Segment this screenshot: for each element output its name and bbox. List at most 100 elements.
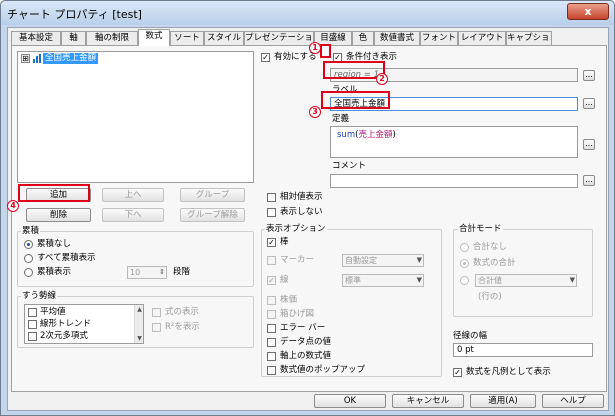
tab-number[interactable]: 数値書式 bbox=[374, 31, 420, 45]
annotation-badge-2: 2 bbox=[376, 73, 388, 85]
tab-font[interactable]: フォント bbox=[420, 31, 458, 45]
stroke-width-title: 径線の幅 bbox=[453, 331, 488, 341]
enable-label: 有効にする bbox=[274, 52, 317, 62]
symbol-checkbox[interactable] bbox=[267, 256, 276, 265]
tab-layout[interactable]: レイアウト bbox=[458, 31, 506, 45]
box-plot-checkbox[interactable] bbox=[267, 310, 276, 319]
annotation-badge-3: 3 bbox=[309, 106, 321, 118]
definition-function: sum bbox=[337, 130, 356, 140]
symbol-select[interactable]: 自動設定 ▼ bbox=[342, 254, 424, 267]
stock-checkbox[interactable] bbox=[267, 296, 276, 305]
line-label: 線 bbox=[280, 275, 289, 285]
list-item: 2次元多項式 bbox=[40, 331, 88, 341]
stroke-width-field[interactable]: 0 pt bbox=[453, 343, 593, 357]
legend-checkbox[interactable]: ✓ bbox=[453, 368, 462, 377]
total-none-radio[interactable] bbox=[460, 243, 469, 252]
symbol-label: マーカー bbox=[280, 255, 315, 265]
line-select-value: 標準 bbox=[345, 276, 361, 285]
text-on-axis-checkbox[interactable] bbox=[267, 352, 276, 361]
error-bars-checkbox[interactable] bbox=[267, 324, 276, 333]
tab-colors[interactable]: 色 bbox=[352, 31, 374, 45]
show-equation-label: 式の表示 bbox=[165, 307, 200, 317]
up-button[interactable]: 上へ bbox=[102, 188, 164, 202]
relative-checkbox[interactable] bbox=[267, 193, 276, 202]
apply-button[interactable]: 適用(A) bbox=[470, 394, 536, 408]
expand-icon[interactable]: ⊞ bbox=[21, 54, 30, 63]
trendline-list[interactable]: 平均値 線形トレンド 2次元多項式 ▲ ▼ bbox=[24, 304, 144, 344]
help-button[interactable]: ヘルプ bbox=[542, 394, 604, 408]
total-function-value: 合計値 bbox=[478, 276, 502, 285]
down-button[interactable]: 下へ bbox=[102, 208, 164, 222]
popup-checkbox[interactable] bbox=[267, 366, 276, 375]
title-bar[interactable]: チャート プロパティ [test] x bbox=[1, 1, 614, 25]
chevron-down-icon[interactable]: ▼ bbox=[570, 275, 575, 286]
chevron-down-icon[interactable]: ▼ bbox=[417, 255, 422, 266]
conditional-edit-button[interactable]: ... bbox=[583, 70, 595, 81]
scroll-down-icon[interactable]: ▼ bbox=[135, 334, 144, 343]
tab-dimensions[interactable]: 軸 bbox=[61, 31, 86, 45]
values-on-data-checkbox[interactable] bbox=[267, 338, 276, 347]
show-r2-checkbox[interactable] bbox=[152, 323, 161, 332]
show-equation-checkbox[interactable] bbox=[152, 308, 161, 317]
close-button[interactable]: x bbox=[567, 3, 609, 20]
bar-label: 棒 bbox=[280, 237, 289, 247]
expressions-panel: ⊞ 全国売上金額 追加 上へ グループ 削除 下へ グループ解除 累積 累積なし… bbox=[11, 45, 607, 392]
annotation-box-conditional bbox=[320, 44, 331, 58]
tab-sort[interactable]: ソート bbox=[170, 31, 204, 45]
accumulation-none-radio[interactable] bbox=[24, 240, 33, 249]
steps-value: 10 bbox=[130, 268, 141, 277]
total-expression-label: 数式の合計 bbox=[473, 258, 516, 268]
steps-unit-label: 段階 bbox=[173, 267, 191, 277]
bar-chart-icon bbox=[33, 54, 41, 63]
trendlines-title: すう勢線 bbox=[21, 291, 58, 301]
stepper-arrows-icon[interactable]: ⇕ bbox=[159, 267, 165, 278]
cancel-button[interactable]: キャンセル bbox=[392, 394, 464, 408]
list-item[interactable]: 全国売上金額 bbox=[43, 53, 99, 64]
values-on-data-label: データ点の値 bbox=[280, 337, 332, 347]
tab-dimension-limits[interactable]: 軸の制限 bbox=[86, 31, 138, 45]
steps-stepper[interactable]: 10 ⇕ bbox=[127, 266, 167, 279]
accumulation-full-radio[interactable] bbox=[24, 254, 33, 263]
bar-checkbox[interactable]: ✓ bbox=[267, 238, 276, 247]
scrollbar[interactable]: ▲ ▼ bbox=[134, 305, 143, 343]
ok-button[interactable]: OK bbox=[314, 394, 386, 408]
tab-axes[interactable]: 目盛線 bbox=[314, 31, 352, 45]
display-options-title: 表示オプション bbox=[265, 224, 327, 234]
definition-field[interactable]: sum(売上金額) bbox=[330, 126, 578, 158]
annotation-badge-4: 4 bbox=[7, 200, 19, 212]
enable-checkbox[interactable]: ✓ bbox=[261, 53, 270, 62]
tab-basic[interactable]: 基本設定 bbox=[11, 31, 61, 45]
definition-title: 定義 bbox=[332, 114, 350, 124]
label-edit-button[interactable]: ... bbox=[583, 98, 595, 109]
total-function-select[interactable]: 合計値 ▼ bbox=[475, 274, 577, 287]
comment-edit-button[interactable]: ... bbox=[583, 175, 595, 186]
tab-presentation[interactable]: プレゼンテーション bbox=[244, 31, 314, 45]
trendline-poly2-checkbox[interactable] bbox=[28, 332, 37, 341]
trendline-average-checkbox[interactable] bbox=[28, 308, 37, 317]
list-item: 平均値 bbox=[40, 307, 66, 317]
invisible-label: 表示しない bbox=[280, 207, 323, 217]
window-title: チャート プロパティ [test] bbox=[7, 8, 142, 21]
definition-edit-button[interactable]: ... bbox=[583, 139, 595, 150]
invisible-checkbox[interactable] bbox=[267, 208, 276, 217]
total-custom-radio[interactable] bbox=[460, 276, 469, 285]
accumulation-steps-radio[interactable] bbox=[24, 268, 33, 277]
comment-field[interactable] bbox=[330, 174, 578, 188]
total-expression-radio[interactable] bbox=[460, 259, 469, 268]
popup-label: 数式値のポップアップ bbox=[280, 365, 366, 375]
group-button[interactable]: グループ bbox=[180, 188, 245, 202]
symbol-select-value: 自動設定 bbox=[345, 256, 377, 265]
expression-list[interactable]: ⊞ 全国売上金額 bbox=[17, 51, 254, 183]
line-select[interactable]: 標準 ▼ bbox=[342, 274, 424, 287]
line-checkbox[interactable]: ✓ bbox=[267, 276, 276, 285]
scroll-up-icon[interactable]: ▲ bbox=[135, 305, 144, 314]
tab-expressions[interactable]: 数式 bbox=[138, 29, 170, 46]
tab-caption[interactable]: キャプション bbox=[506, 31, 552, 45]
comment-title: コメント bbox=[332, 161, 367, 171]
ungroup-button[interactable]: グループ解除 bbox=[180, 208, 245, 222]
tab-style[interactable]: スタイル bbox=[204, 31, 244, 45]
trendline-linear-checkbox[interactable] bbox=[28, 320, 37, 329]
annotation-badge-1: 1 bbox=[309, 42, 321, 54]
delete-button[interactable]: 削除 bbox=[26, 208, 91, 222]
chevron-down-icon[interactable]: ▼ bbox=[417, 275, 422, 286]
